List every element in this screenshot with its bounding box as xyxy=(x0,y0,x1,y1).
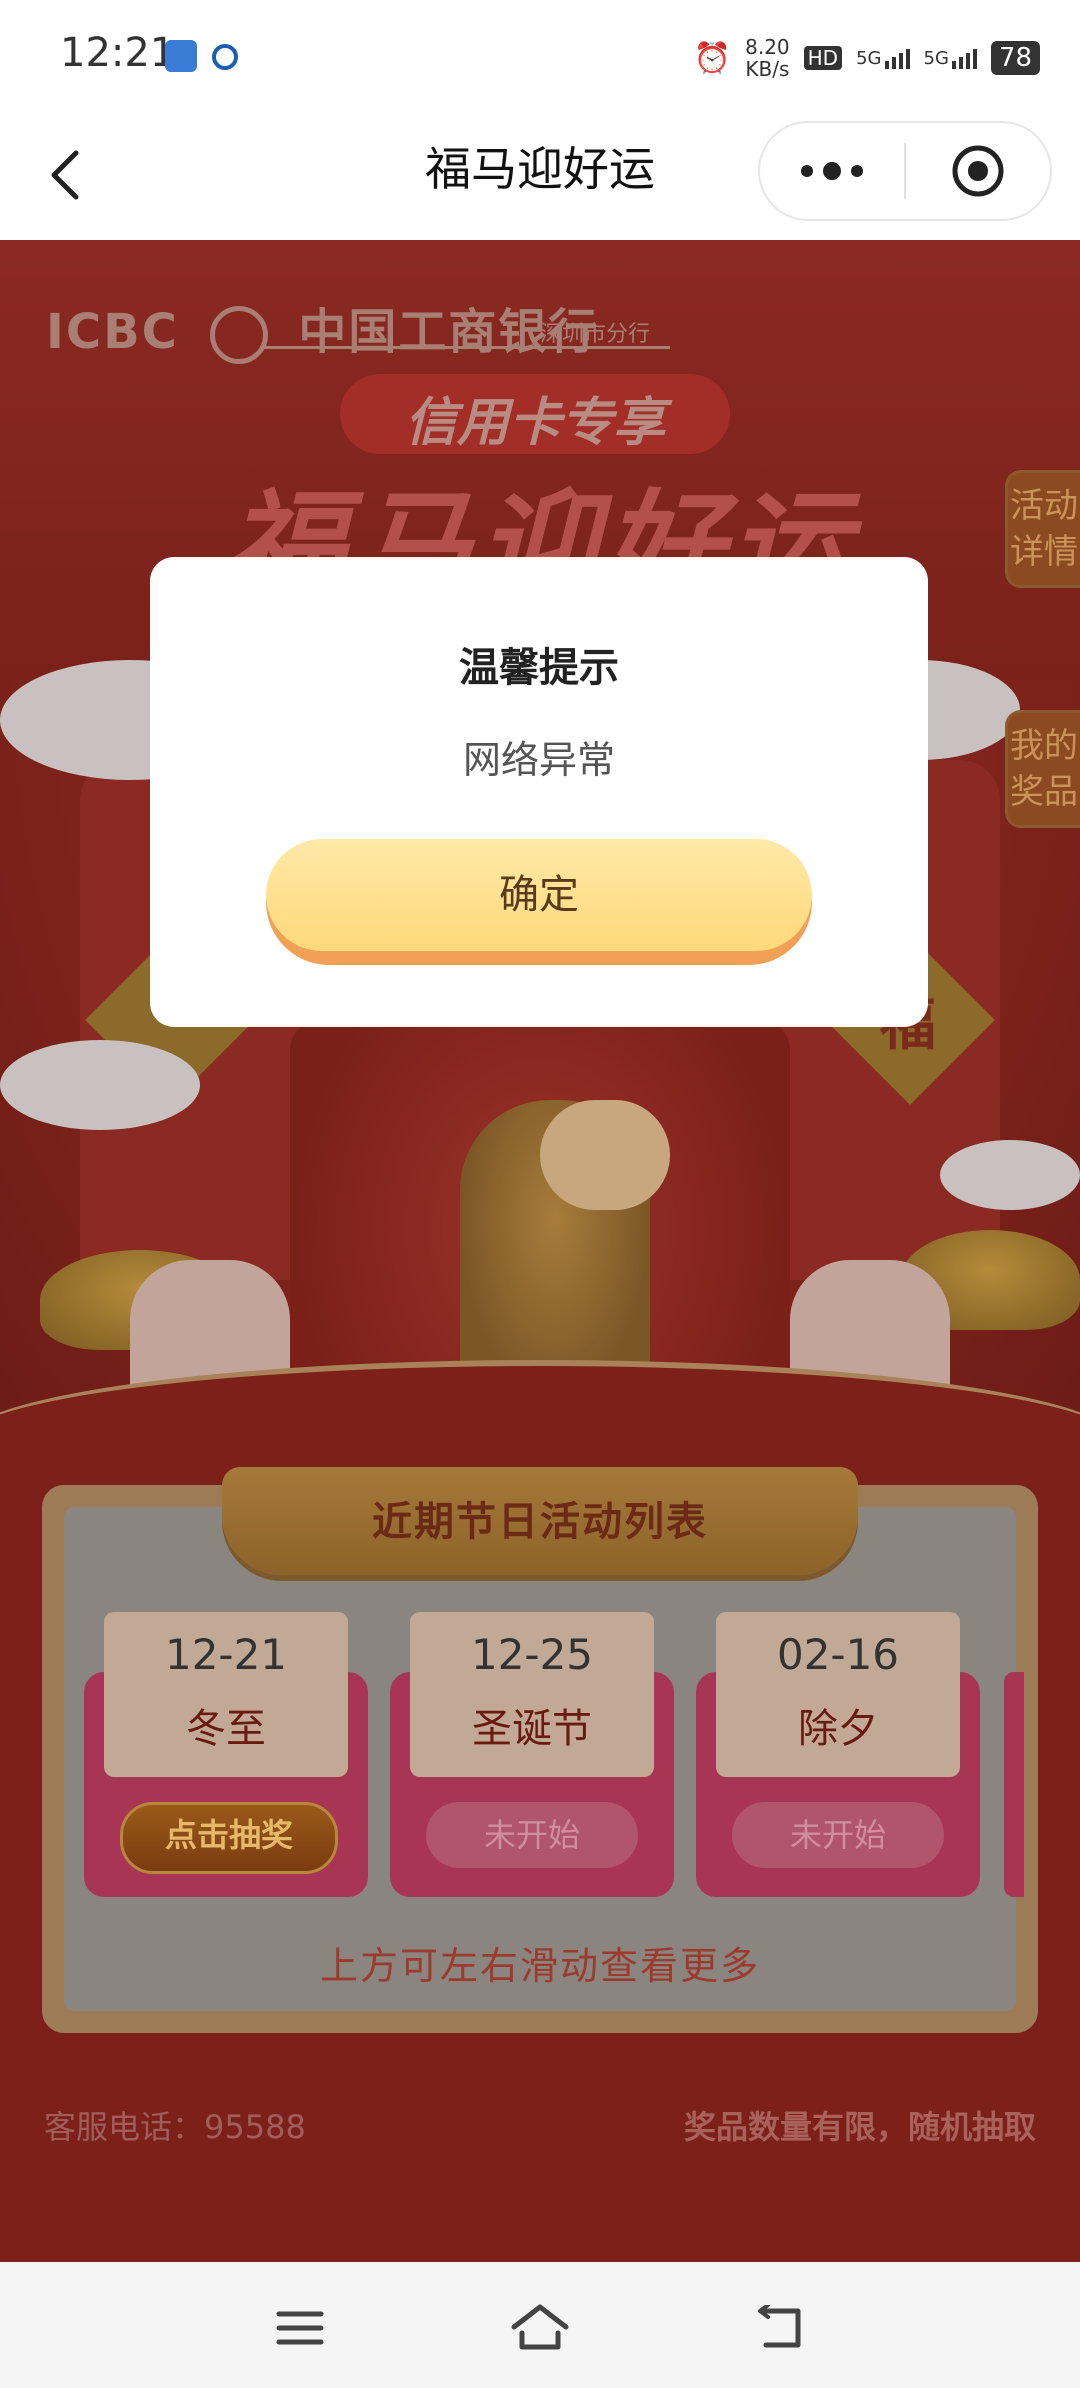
activity-page: ICBC 中国工商银行 深圳市分行 信用卡专享 福马迎好运 福 活动详情 我的奖… xyxy=(0,240,1080,2262)
status-bar: 12:21 ⏰ 8.20 KB/s HD 5G 5G 78 xyxy=(0,0,1080,115)
event-name: 冬至 xyxy=(186,1706,266,1752)
event-card-2: 12-25 圣诞节 未开始 xyxy=(390,1612,674,1897)
net-speed-value: 8.20 xyxy=(745,35,790,59)
logo-underline xyxy=(260,346,670,349)
dialog-title: 温馨提示 xyxy=(459,645,619,691)
signal-icon-2: 5G xyxy=(924,48,977,69)
confirm-button-label: 确定 xyxy=(266,839,812,951)
event-date: 12-21 xyxy=(164,1630,288,1679)
clock: 12:21 xyxy=(60,30,176,76)
promo-tag: 信用卡专享 xyxy=(404,393,665,453)
alert-dialog: 温馨提示 网络异常 确定 xyxy=(150,557,928,1027)
events-panel: 12-21 冬至 点击抽奖 12-25 圣诞节 未开始 02-16 除夕 未开始 xyxy=(42,1467,1038,2033)
return-icon xyxy=(758,2305,801,2348)
title-bar: 福马迎好运 xyxy=(0,115,1080,240)
events-panel-header: 近期节日活动列表 xyxy=(222,1467,858,1575)
events-panel-inner: 12-21 冬至 点击抽奖 12-25 圣诞节 未开始 02-16 除夕 未开始 xyxy=(64,1507,1024,2011)
net-speed: 8.20 KB/s xyxy=(745,36,790,80)
event-date: 12-25 xyxy=(470,1630,594,1679)
mini-program-capsule xyxy=(758,121,1052,221)
events-panel-title: 近期节日活动列表 xyxy=(372,1499,708,1545)
alarm-icon: ⏰ xyxy=(693,40,732,76)
snow-tree-right xyxy=(940,1140,1080,1210)
event-name: 圣诞节 xyxy=(472,1706,592,1752)
dialog-message: 网络异常 xyxy=(462,738,615,782)
battery-icon: 78 xyxy=(990,41,1040,75)
event-name: 除夕 xyxy=(798,1706,878,1752)
home-icon xyxy=(511,2304,569,2350)
not-started-button[interactable]: 未开始 xyxy=(426,1802,638,1868)
bank-notification-icon xyxy=(212,44,238,70)
target-close-icon xyxy=(952,145,1004,197)
app-notification-icon xyxy=(165,40,197,72)
branch-name: 深圳市分行 xyxy=(540,322,651,347)
prize-notice: 奖品数量有限，随机抽取 xyxy=(683,2108,1036,2146)
service-phone[interactable]: 客服电话：95588 xyxy=(44,2102,306,2148)
signal-icon-1: 5G xyxy=(856,47,910,69)
not-started-button[interactable]: 未开始 xyxy=(732,1802,944,1868)
close-mini-program-button[interactable] xyxy=(906,123,1050,219)
back-nav-button[interactable] xyxy=(740,2288,820,2368)
home-nav-button[interactable] xyxy=(500,2288,580,2368)
network-type-1: 5G xyxy=(856,47,882,69)
snow-tree-left xyxy=(0,1040,200,1130)
network-type-2: 5G xyxy=(923,47,949,69)
icbc-emblem-icon xyxy=(209,306,268,364)
event-card-1: 12-21 冬至 点击抽奖 xyxy=(84,1612,368,1897)
event-card-next-peek[interactable] xyxy=(1004,1672,1024,1897)
net-speed-unit: KB/s xyxy=(745,57,790,81)
my-prizes-tab[interactable]: 我的奖品 xyxy=(1005,710,1080,828)
more-button[interactable] xyxy=(760,123,904,219)
menu-nav-button[interactable] xyxy=(260,2288,340,2368)
event-card-3: 02-16 除夕 未开始 xyxy=(696,1612,980,1897)
more-dots-icon xyxy=(801,162,863,180)
system-nav-bar xyxy=(0,2262,1080,2388)
event-date: 02-16 xyxy=(776,1630,900,1679)
confirm-button[interactable]: 确定 xyxy=(266,839,812,965)
horse-mascot-head xyxy=(540,1100,670,1210)
status-icons: ⏰ 8.20 KB/s HD 5G 5G 78 xyxy=(694,36,1040,80)
scroll-hint: 上方可左右滑动查看更多 xyxy=(319,1944,760,1988)
draw-button[interactable]: 点击抽奖 xyxy=(120,1802,338,1874)
bank-logo-en: ICBC xyxy=(46,304,179,360)
bank-logo: ICBC 中国工商银行 xyxy=(46,292,598,364)
activity-details-tab[interactable]: 活动详情 xyxy=(1005,470,1080,588)
menu-icon xyxy=(276,2311,324,2345)
hd-icon: HD xyxy=(803,46,843,70)
